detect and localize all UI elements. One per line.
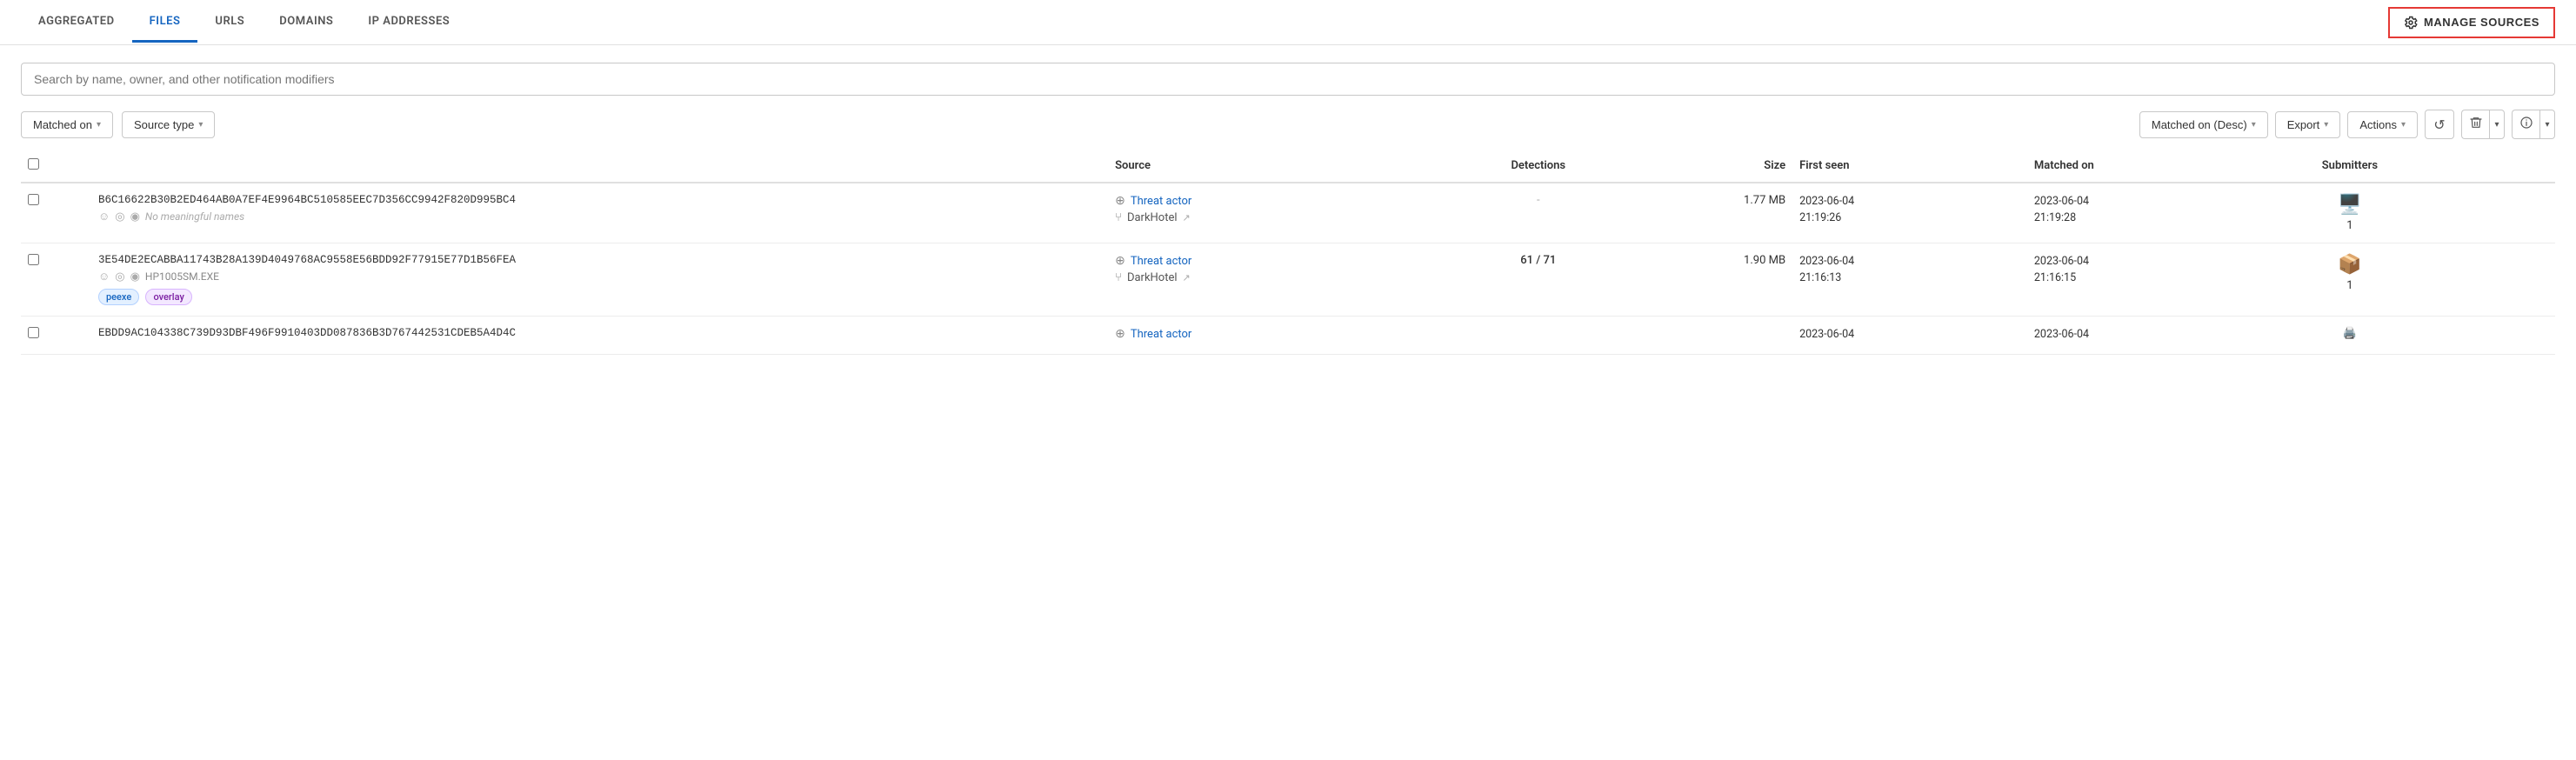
info-button[interactable] bbox=[2512, 110, 2539, 139]
submitter-count: 1 bbox=[2346, 219, 2352, 232]
tab-domains[interactable]: DOMAINS bbox=[262, 3, 350, 43]
chevron-down-icon: ▾ bbox=[2545, 120, 2549, 130]
delete-icon bbox=[2469, 116, 2483, 133]
table-row: 3E54DE2ECABBA11743B28A139D4049768AC9558E… bbox=[21, 243, 2555, 317]
tag-icon: ◎ bbox=[115, 210, 124, 223]
no-names-label: No meaningful names bbox=[145, 210, 244, 223]
table-row: EBDD9AC104338C739D93DBF496F9910403DD0878… bbox=[21, 317, 2555, 355]
table-row: B6C16622B30B2ED464AB0A7EF4E9964BC510585E… bbox=[21, 183, 2555, 243]
chevron-down-icon: ▾ bbox=[2252, 120, 2256, 130]
chevron-down-icon: ▾ bbox=[2401, 120, 2406, 130]
toolbar-right: Matched on (Desc) ▾ Export ▾ Actions ▾ ↺ bbox=[2139, 110, 2555, 139]
refresh-icon: ↺ bbox=[2433, 117, 2445, 133]
col-header-detections: Detections bbox=[1440, 150, 1636, 183]
location-icon: ◉ bbox=[130, 210, 140, 223]
first-seen-date: 2023-06-04 bbox=[1799, 254, 2020, 270]
first-seen-time: 21:19:26 bbox=[1799, 210, 2020, 227]
file-hash: EBDD9AC104338C739D93DBF496F9910403DD0878… bbox=[98, 327, 1101, 339]
info-button-split: ▾ bbox=[2512, 110, 2555, 139]
threat-actor-icon: ⊕ bbox=[1115, 327, 1125, 341]
chevron-down-icon: ▾ bbox=[2494, 120, 2499, 130]
filter-left: Matched on ▾ Source type ▾ bbox=[21, 111, 215, 138]
user-icon: ☺ bbox=[98, 270, 110, 283]
row-checkbox[interactable] bbox=[28, 254, 39, 265]
matched-on-time: 21:16:15 bbox=[2034, 270, 2255, 287]
row-checkbox[interactable] bbox=[28, 327, 39, 338]
col-header-actions bbox=[2438, 150, 2555, 183]
matched-on-time: 21:19:28 bbox=[2034, 210, 2255, 227]
chevron-down-icon: ▾ bbox=[198, 120, 203, 130]
manage-sources-button[interactable]: MANAGE SOURCES bbox=[2388, 7, 2555, 38]
col-header-firstseen: First seen bbox=[1792, 150, 2027, 183]
delete-button-split: ▾ bbox=[2461, 110, 2505, 139]
share-icon: ⑂ bbox=[1115, 271, 1122, 284]
sort-button[interactable]: Matched on (Desc) ▾ bbox=[2139, 111, 2268, 138]
col-header-size: Size bbox=[1636, 150, 1792, 183]
first-seen-time: 21:16:13 bbox=[1799, 270, 2020, 287]
select-all-checkbox[interactable] bbox=[28, 158, 39, 170]
submitter-avatar: 🖨️ bbox=[2343, 327, 2357, 340]
main-content: Matched on ▾ Source type ▾ Matched on (D… bbox=[0, 45, 2576, 372]
col-header-hash bbox=[91, 150, 1108, 183]
source-type-label[interactable]: Threat actor bbox=[1131, 328, 1191, 341]
info-icon bbox=[2519, 116, 2533, 133]
tab-aggregated[interactable]: AGGREGATED bbox=[21, 3, 132, 43]
col-header-source: Source bbox=[1108, 150, 1440, 183]
top-bar: AGGREGATED FILES URLS DOMAINS IP ADDRESS… bbox=[0, 0, 2576, 45]
first-seen-date: 2023-06-04 bbox=[1799, 327, 2020, 343]
info-dropdown-arrow[interactable]: ▾ bbox=[2539, 110, 2555, 139]
delete-dropdown-arrow[interactable]: ▾ bbox=[2489, 110, 2505, 139]
external-link-icon: ↗ bbox=[1183, 212, 1191, 223]
chevron-down-icon: ▾ bbox=[97, 120, 101, 130]
tag-overlay[interactable]: overlay bbox=[145, 289, 191, 305]
source-type-filter[interactable]: Source type ▾ bbox=[122, 111, 215, 138]
chevron-down-icon: ▾ bbox=[2324, 120, 2328, 130]
file-name: HP1005SM.EXE bbox=[145, 270, 219, 283]
tab-files[interactable]: FILES bbox=[132, 3, 198, 43]
col-header-matchedon: Matched on bbox=[2027, 150, 2262, 183]
matched-on-date: 2023-06-04 bbox=[2034, 254, 2255, 270]
threat-actor-icon: ⊕ bbox=[1115, 194, 1125, 208]
source-name-label[interactable]: DarkHotel bbox=[1127, 271, 1178, 284]
first-seen-date: 2023-06-04 bbox=[1799, 194, 2020, 210]
tab-ip-addresses[interactable]: IP ADDRESSES bbox=[350, 3, 467, 43]
gear-icon bbox=[2404, 16, 2418, 30]
filter-row: Matched on ▾ Source type ▾ Matched on (D… bbox=[21, 110, 2555, 139]
share-icon: ⑂ bbox=[1115, 211, 1122, 224]
results-table: Source Detections Size First seen Matche… bbox=[21, 150, 2555, 355]
source-type-label[interactable]: Threat actor bbox=[1131, 255, 1191, 268]
source-type-label[interactable]: Threat actor bbox=[1131, 195, 1191, 208]
delete-button[interactable] bbox=[2461, 110, 2489, 139]
search-input[interactable] bbox=[21, 63, 2555, 96]
external-link-icon: ↗ bbox=[1183, 272, 1191, 283]
detection-value: - bbox=[1537, 194, 1540, 207]
location-icon: ◉ bbox=[130, 270, 140, 283]
refresh-button[interactable]: ↺ bbox=[2425, 110, 2454, 139]
file-size: 1.77 MB bbox=[1744, 194, 1785, 207]
matched-on-date: 2023-06-04 bbox=[2034, 327, 2255, 343]
file-hash: 3E54DE2ECABBA11743B28A139D4049768AC9558E… bbox=[98, 254, 1101, 266]
submitter-avatar: 📦 bbox=[2338, 254, 2361, 276]
tab-bar: AGGREGATED FILES URLS DOMAINS IP ADDRESS… bbox=[21, 3, 467, 43]
tab-urls[interactable]: URLS bbox=[197, 3, 262, 43]
matched-on-filter[interactable]: Matched on ▾ bbox=[21, 111, 113, 138]
file-size: 1.90 MB bbox=[1744, 254, 1785, 267]
export-button[interactable]: Export ▾ bbox=[2275, 111, 2341, 138]
tag-peexe[interactable]: peexe bbox=[98, 289, 139, 305]
detection-value: 61 / 71 bbox=[1520, 254, 1556, 267]
row-checkbox[interactable] bbox=[28, 194, 39, 205]
tag-icon: ◎ bbox=[115, 270, 124, 283]
file-hash: B6C16622B30B2ED464AB0A7EF4E9964BC510585E… bbox=[98, 194, 1101, 206]
actions-button[interactable]: Actions ▾ bbox=[2347, 111, 2418, 138]
submitter-count: 1 bbox=[2346, 279, 2352, 292]
user-icon: ☺ bbox=[98, 210, 110, 223]
col-header-submitters: Submitters bbox=[2262, 150, 2438, 183]
matched-on-date: 2023-06-04 bbox=[2034, 194, 2255, 210]
source-name-label[interactable]: DarkHotel bbox=[1127, 211, 1178, 224]
threat-actor-icon: ⊕ bbox=[1115, 254, 1125, 268]
submitter-avatar: 🖥️ bbox=[2338, 194, 2361, 216]
